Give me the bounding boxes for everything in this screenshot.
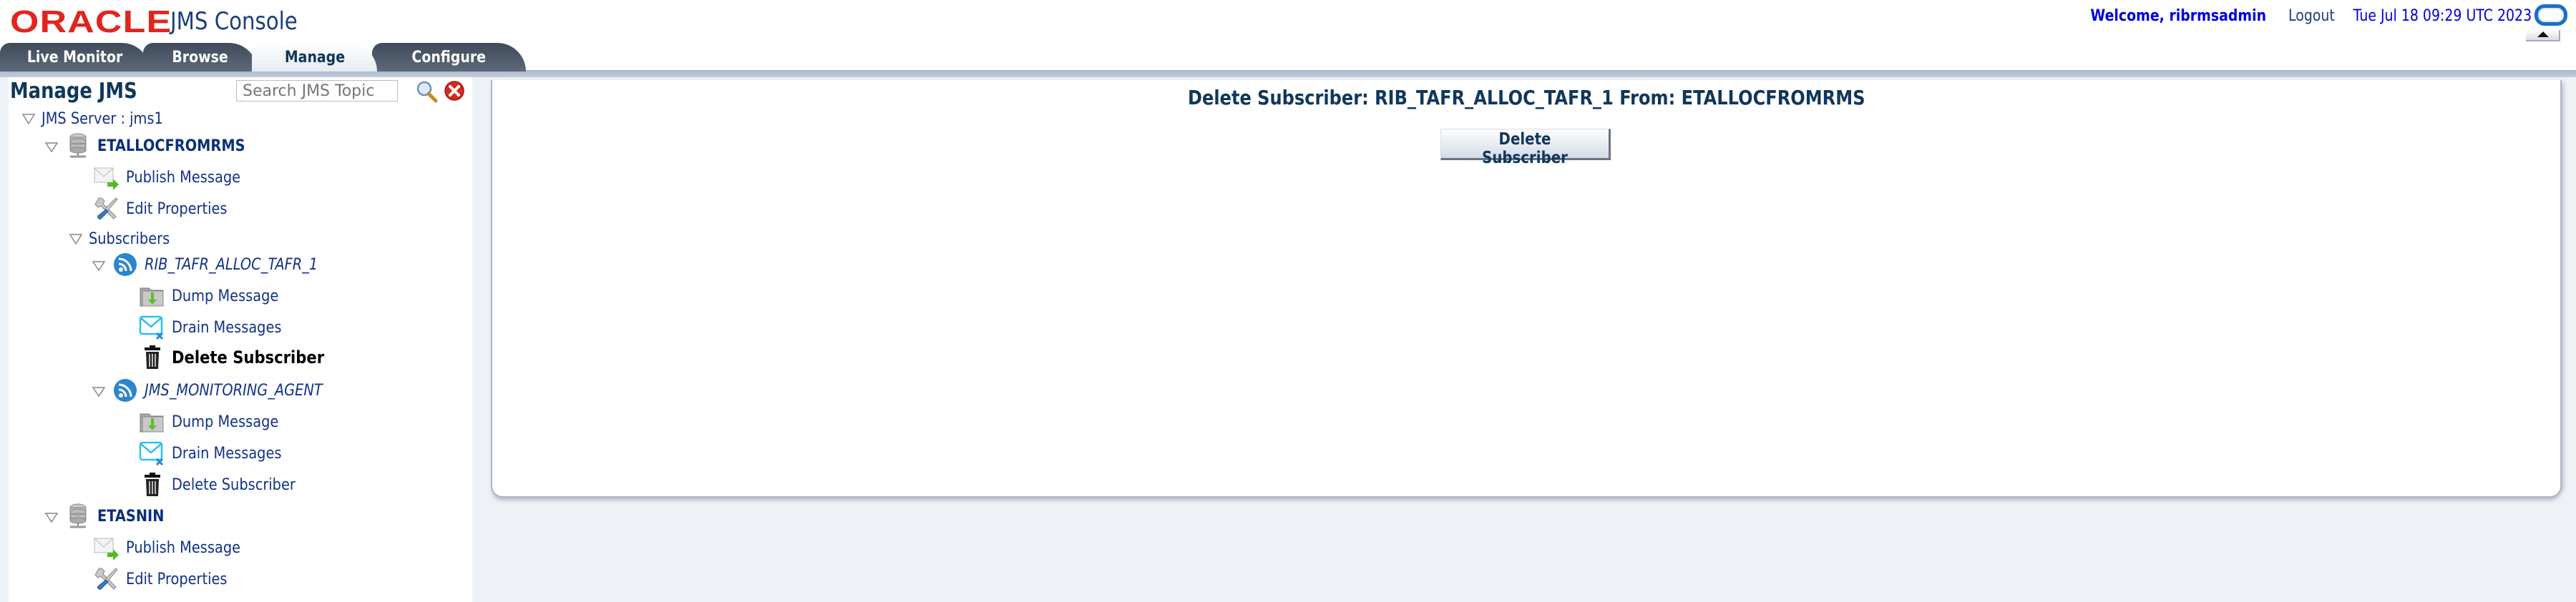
- expanded-triangle-icon[interactable]: [69, 232, 83, 245]
- oracle-logo: ORACLE: [10, 4, 172, 39]
- tree-label: Edit Properties: [126, 570, 228, 588]
- rss-subscriber-icon: [114, 253, 137, 276]
- tree-label: Edit Properties: [126, 199, 228, 218]
- tree-item-publish-message[interactable]: Publish Message: [93, 535, 256, 561]
- tree-label: Dump Message: [172, 413, 279, 431]
- header-user-area: Welcome, ribrmsadmin Logout Tue Jul 18 0…: [2090, 7, 2532, 25]
- tree-label: JMS_MONITORING_AGENT: [145, 381, 323, 400]
- sidebar-title: Manage JMS: [10, 79, 137, 104]
- tree-item-subscriber-jms-monitoring[interactable]: JMS_MONITORING_AGENT: [92, 378, 347, 403]
- expanded-triangle-icon[interactable]: [92, 384, 106, 397]
- tab-configure[interactable]: Configure: [372, 43, 526, 71]
- tree-label: Subscribers: [89, 230, 170, 248]
- collapse-header-button[interactable]: [2526, 30, 2560, 41]
- trash-icon: [145, 473, 160, 496]
- expanded-triangle-icon[interactable]: [44, 139, 59, 152]
- tree-item-subscribers[interactable]: Subscribers: [69, 226, 181, 252]
- rss-subscriber-icon: [114, 379, 137, 402]
- logout-link[interactable]: Logout: [2288, 7, 2335, 25]
- oracle-o-icon: [2534, 4, 2567, 26]
- tree-item-delete-subscriber[interactable]: Delete Subscriber: [139, 472, 312, 498]
- tree-label: Delete Subscriber: [172, 475, 296, 494]
- tree-item-topic-etasnin[interactable]: ETASNIN: [44, 503, 173, 529]
- expanded-triangle-icon[interactable]: [21, 112, 36, 125]
- tree-item-dump-message[interactable]: Dump Message: [139, 283, 293, 309]
- tree-label: Publish Message: [126, 538, 241, 557]
- tab-live-monitor[interactable]: Live Monitor: [0, 43, 150, 71]
- tools-icon: [94, 197, 118, 219]
- drain-messages-icon: [139, 441, 164, 466]
- welcome-text: Welcome, ribrmsadmin: [2090, 7, 2266, 25]
- page-heading: Delete Subscriber: RIB_TAFR_ALLOC_TAFR_1…: [1187, 86, 1865, 109]
- expanded-triangle-icon[interactable]: [92, 258, 106, 271]
- tree-label: JMS Server : jms1: [42, 109, 163, 128]
- datetime-text: Tue Jul 18 09:29 UTC 2023: [2353, 7, 2532, 25]
- tree-item-server[interactable]: JMS Server : jms1: [21, 106, 180, 132]
- triangle-up-icon: [2537, 31, 2549, 37]
- tab-browse[interactable]: Browse: [143, 43, 258, 71]
- clear-search-icon[interactable]: [444, 80, 465, 102]
- tree-label: Drain Messages: [172, 318, 282, 337]
- search-topic-input[interactable]: [236, 80, 398, 102]
- tree-item-subscriber-rib-tafr[interactable]: RIB_TAFR_ALLOC_TAFR_1: [92, 252, 341, 277]
- tools-icon: [94, 568, 118, 590]
- app-title: JMS Console: [170, 7, 298, 36]
- trash-icon: [145, 345, 160, 369]
- drain-messages-icon: [139, 315, 164, 340]
- tree-item-drain-messages[interactable]: Drain Messages: [139, 440, 296, 466]
- tree-label: RIB_TAFR_ALLOC_TAFR_1: [145, 255, 318, 274]
- tree-label: Delete Subscriber: [172, 347, 325, 367]
- tree-item-drain-messages[interactable]: Drain Messages: [139, 315, 296, 340]
- tree-label: ETALLOCFROMRMS: [97, 137, 245, 155]
- tree-label: Drain Messages: [172, 444, 282, 463]
- tree-label: Dump Message: [172, 287, 279, 305]
- dump-folder-icon: [140, 287, 164, 307]
- tab-manage[interactable]: Manage: [252, 43, 377, 71]
- delete-subscriber-button[interactable]: Delete Subscriber: [1440, 129, 1611, 167]
- tree-item-dump-message[interactable]: Dump Message: [139, 409, 293, 435]
- tree-item-delete-subscriber-selected[interactable]: Delete Subscriber: [139, 345, 345, 370]
- expanded-triangle-icon[interactable]: [44, 510, 59, 523]
- tree-item-edit-properties[interactable]: Edit Properties: [93, 566, 241, 592]
- tree-label: ETASNIN: [97, 507, 165, 525]
- tree-item-edit-properties[interactable]: Edit Properties: [93, 196, 241, 222]
- tree-label: Publish Message: [126, 168, 241, 187]
- database-server-icon: [69, 503, 87, 528]
- tree-item-publish-message[interactable]: Publish Message: [93, 164, 256, 190]
- database-server-icon: [69, 133, 87, 158]
- search-icon[interactable]: [415, 80, 438, 103]
- publish-message-icon: [94, 538, 119, 561]
- publish-message-icon: [94, 167, 119, 190]
- dump-folder-icon: [140, 413, 164, 433]
- tree-item-topic-etallocfromrms[interactable]: ETALLOCFROMRMS: [44, 133, 265, 159]
